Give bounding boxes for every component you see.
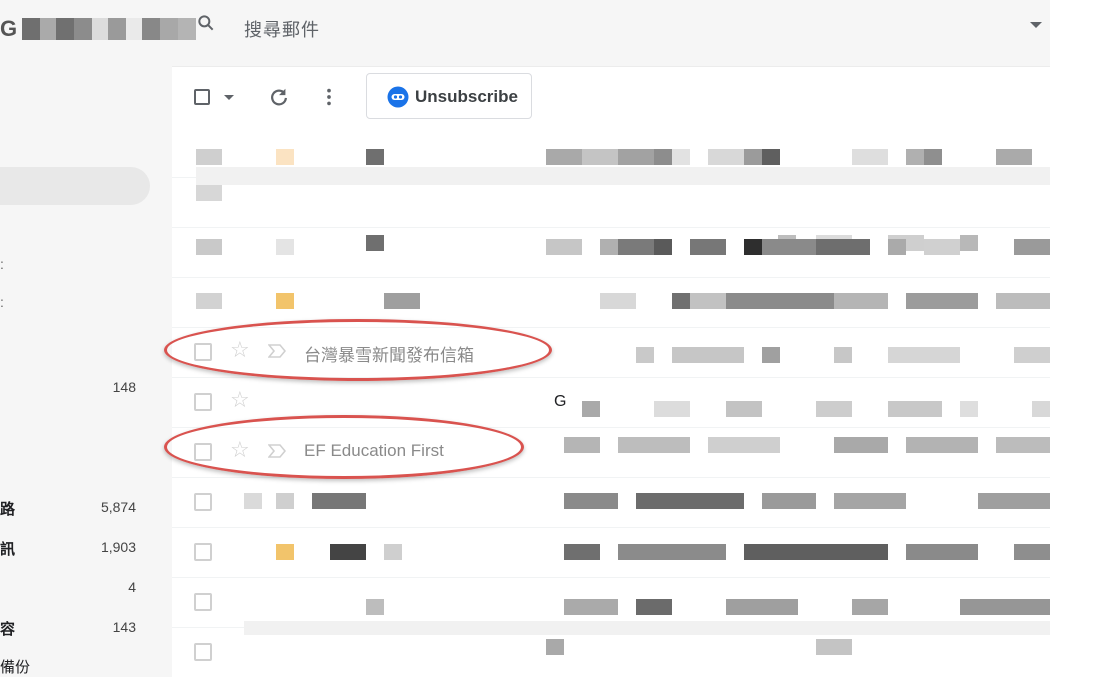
importance-marker-icon[interactable] <box>268 444 286 458</box>
email-row[interactable] <box>172 227 1050 278</box>
sidebar-item-label: 備份 <box>0 659 31 676</box>
email-row[interactable] <box>172 127 1050 185</box>
checkbox-icon[interactable] <box>194 593 212 611</box>
sidebar-item[interactable]: 備份 <box>0 656 140 677</box>
email-row[interactable]: ☆ G <box>172 377 1050 428</box>
sidebar-fragment: : <box>0 256 4 272</box>
search-icon[interactable] <box>196 13 216 33</box>
checkbox-icon[interactable] <box>194 443 212 461</box>
sidebar-item[interactable]: 4 <box>0 578 140 600</box>
email-list: ☆ 台灣暴雪新聞發布信箱 ☆ G ☆ EF Education First <box>164 127 1050 677</box>
unsubscribe-robot-icon <box>387 86 409 108</box>
checkbox-icon[interactable] <box>194 543 212 561</box>
label-marker <box>276 293 294 309</box>
email-subject-fragment: G <box>554 393 567 410</box>
sidebar-item[interactable]: 容 143 <box>0 618 140 640</box>
select-dropdown-icon[interactable] <box>224 95 234 100</box>
unsubscribe-label: Unsubscribe <box>415 87 518 106</box>
sidebar-item-count: 1,903 <box>100 539 136 555</box>
more-vert-icon[interactable] <box>321 86 337 108</box>
account-logo-redacted: G <box>0 18 196 42</box>
email-row[interactable] <box>172 621 1050 677</box>
star-icon[interactable]: ☆ <box>230 339 250 361</box>
email-row[interactable]: ☆ EF Education First <box>172 427 1050 478</box>
sidebar-item-active[interactable] <box>0 167 150 205</box>
sidebar-item-count: 5,874 <box>100 499 136 515</box>
logo-letter: G <box>0 18 22 40</box>
unsubscribe-button[interactable]: Unsubscribe <box>366 73 532 119</box>
search-options-icon[interactable] <box>1030 22 1042 28</box>
sidebar-item[interactable]: 路 5,874 <box>0 498 140 520</box>
email-row[interactable] <box>172 527 1050 578</box>
refresh-icon[interactable] <box>268 86 290 108</box>
toolbar: Unsubscribe <box>172 67 1050 128</box>
sidebar-item-count: 4 <box>128 579 136 595</box>
star-icon[interactable]: ☆ <box>230 389 250 411</box>
checkbox-icon[interactable] <box>194 493 212 511</box>
sidebar-item-label: 容 <box>0 621 16 638</box>
email-row[interactable]: ☆ 台灣暴雪新聞發布信箱 <box>172 327 1050 378</box>
label-marker <box>276 544 294 560</box>
gmail-window: G 搜尋郵件 : : 148 路 5,874 訊 1,903 4 容 143 備… <box>0 0 1050 677</box>
sidebar-fragment: : <box>0 294 4 310</box>
page-background <box>1050 0 1115 677</box>
checkbox-icon[interactable] <box>194 643 212 661</box>
email-sender: EF Education First <box>304 441 444 460</box>
sidebar-item-label: 訊 <box>0 541 16 558</box>
sidebar-item[interactable]: 148 <box>0 378 140 400</box>
checkbox-icon[interactable] <box>194 343 212 361</box>
sidebar-item-count: 143 <box>112 619 136 635</box>
sidebar-item-count: 148 <box>112 379 136 395</box>
select-all-checkbox-icon[interactable] <box>194 89 210 105</box>
search-input[interactable]: 搜尋郵件 <box>244 16 320 42</box>
sidebar-item[interactable]: 訊 1,903 <box>0 538 140 560</box>
checkbox-icon[interactable] <box>194 393 212 411</box>
email-row[interactable] <box>172 177 1050 251</box>
header: G 搜尋郵件 <box>0 0 1050 67</box>
star-icon[interactable]: ☆ <box>230 439 250 461</box>
importance-marker-icon[interactable] <box>268 344 286 358</box>
sidebar-item-label: 路 <box>0 501 16 518</box>
email-row[interactable] <box>172 477 1050 528</box>
email-row[interactable] <box>172 277 1050 328</box>
email-sender: 台灣暴雪新聞發布信箱 <box>304 346 474 365</box>
sidebar: : : 148 路 5,874 訊 1,903 4 容 143 備份 <box>0 66 172 677</box>
